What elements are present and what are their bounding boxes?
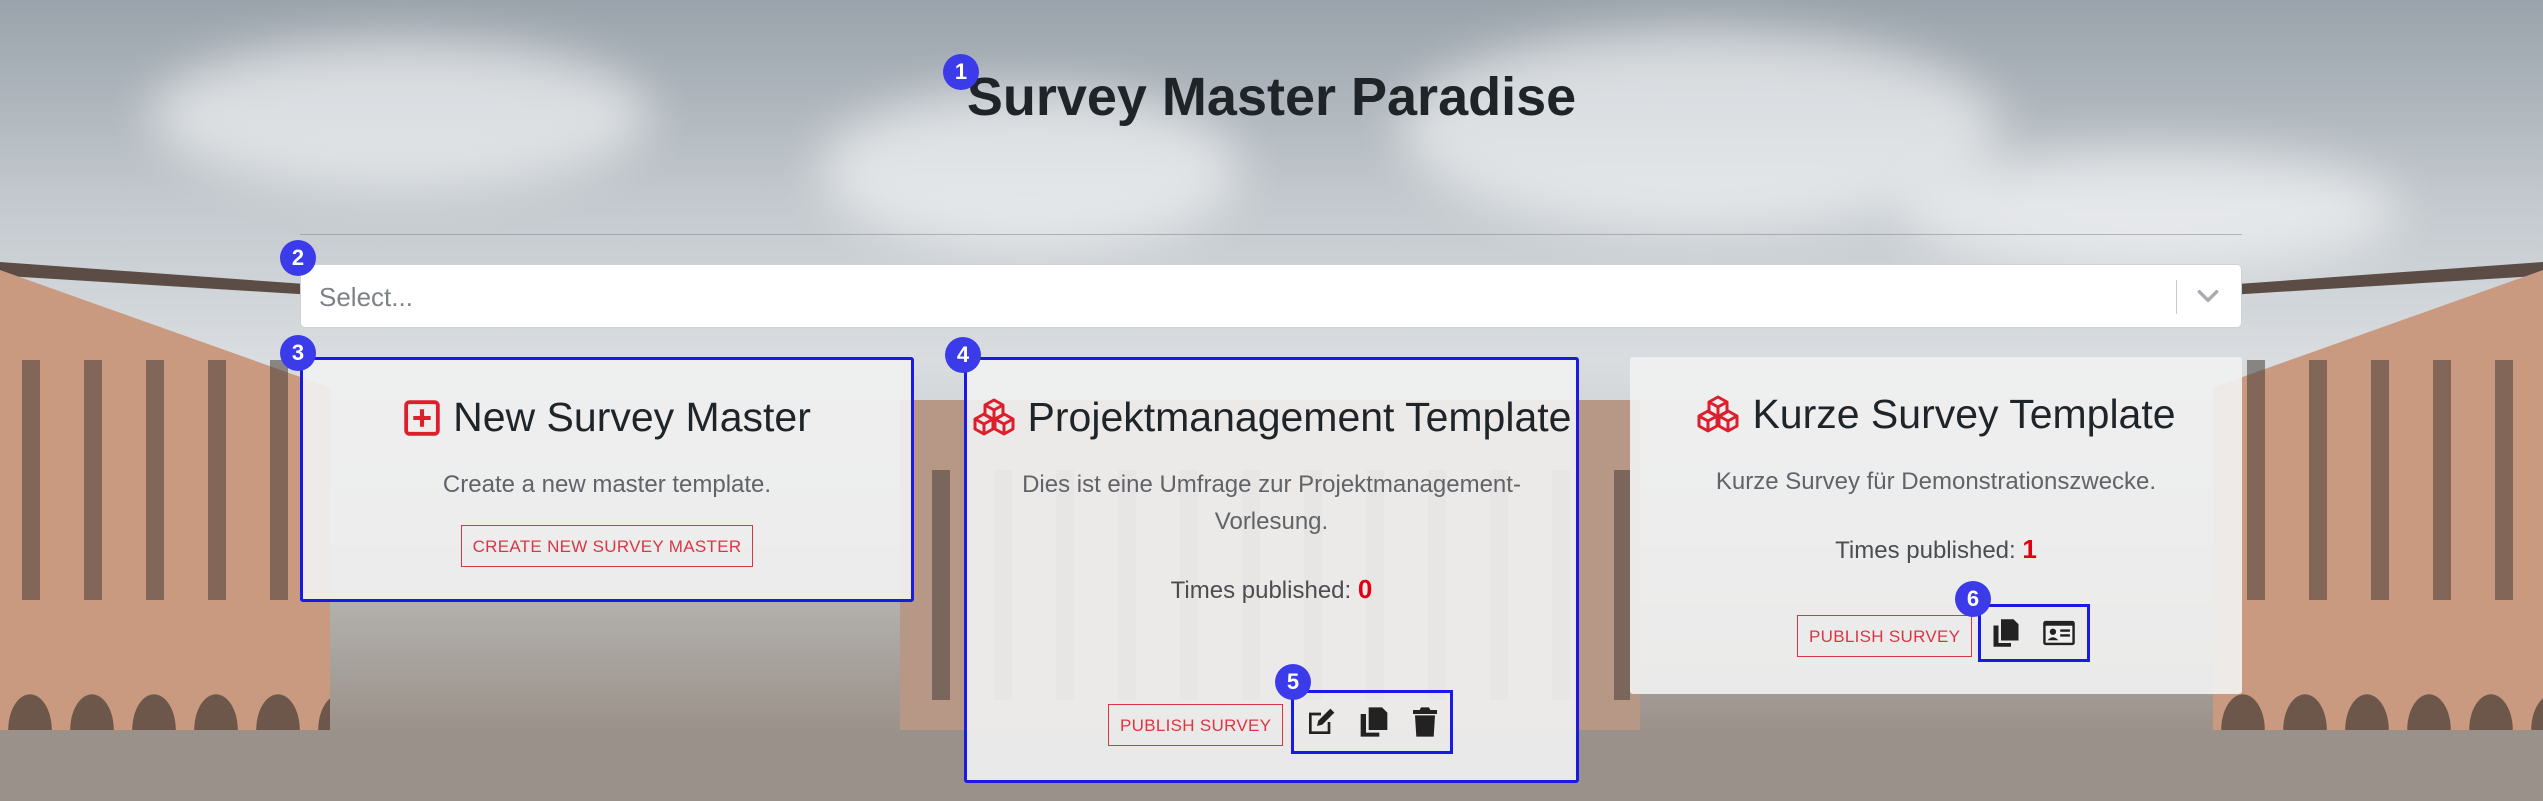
plus-square-icon	[403, 398, 441, 448]
divider	[300, 234, 2242, 235]
card-description: Kurze Survey für Demonstrationszwecke.	[1715, 468, 2157, 495]
publish-survey-button[interactable]: PUBLISH SURVEY	[1108, 704, 1284, 746]
publish-survey-button[interactable]: PUBLISH SURVEY	[1797, 615, 1973, 657]
times-published: Times published: 1	[1835, 534, 2037, 564]
id-card-icon[interactable]	[2042, 619, 2076, 647]
card-title: Kurze Survey Template	[1630, 389, 2242, 445]
annotation-badge: 2	[280, 240, 316, 276]
times-published-count: 1	[2022, 534, 2037, 564]
cubes-icon	[972, 397, 1016, 448]
card-action-icons	[1291, 690, 1453, 754]
kurze-survey-template-card: Kurze Survey Template Kurze Survey für D…	[1630, 357, 2242, 694]
annotation-badge: 1	[943, 54, 979, 90]
trash-icon[interactable]	[1411, 706, 1439, 738]
select-separator	[2176, 280, 2177, 314]
card-title: Projektmanagement Template	[967, 392, 1576, 448]
annotation-badge: 5	[1275, 664, 1311, 700]
card-description: Create a new master template.	[442, 471, 772, 498]
page-title: Survey Master Paradise	[966, 67, 1577, 127]
create-new-survey-master-button[interactable]: CREATE NEW SURVEY MASTER	[460, 525, 754, 567]
template-select[interactable]: Select...	[300, 264, 2242, 328]
chevron-down-icon[interactable]	[2195, 283, 2221, 309]
annotation-badge: 4	[945, 337, 981, 373]
edit-icon[interactable]	[1305, 706, 1337, 738]
cubes-icon	[1696, 394, 1740, 445]
times-published-count: 0	[1357, 574, 1373, 604]
copy-icon[interactable]	[1992, 618, 2020, 648]
times-published: Times published: 0	[1170, 574, 1373, 604]
projektmanagement-template-card: Projektmanagement Template Dies ist eine…	[964, 357, 1579, 783]
card-title: New Survey Master	[303, 392, 911, 448]
annotation-badge: 6	[1955, 581, 1991, 617]
card-description: Dies ist eine Umfrage zur Projektmanagem…	[1022, 471, 1521, 535]
select-placeholder: Select...	[319, 282, 413, 312]
new-survey-master-card: New Survey Master Create a new master te…	[300, 357, 914, 602]
annotation-badge: 3	[280, 335, 316, 371]
card-action-icons	[1978, 604, 2090, 662]
copy-icon[interactable]	[1359, 706, 1389, 738]
